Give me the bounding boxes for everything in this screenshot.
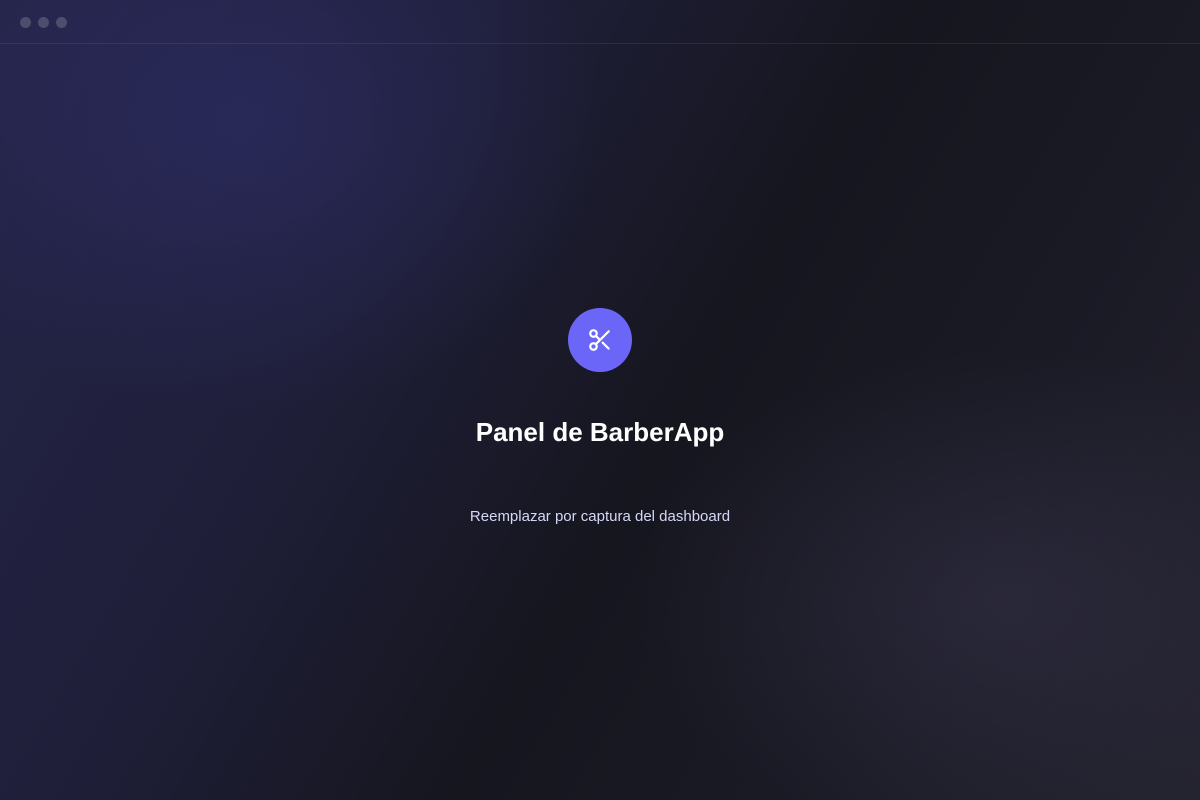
panel-title: Panel de BarberApp: [475, 417, 725, 447]
app-logo: [568, 308, 632, 372]
app-window: Panel de BarberApp Reemplazar por captur…: [0, 0, 1200, 800]
dashboard-placeholder: Panel de BarberApp Reemplazar por captur…: [0, 308, 1200, 527]
window-control-dot[interactable]: [56, 17, 67, 28]
window-titlebar: [0, 0, 1200, 44]
window-controls: [20, 17, 67, 28]
scissors-icon: [589, 329, 610, 351]
window-control-dot[interactable]: [38, 17, 49, 28]
panel-subtitle: Reemplazar por captura del dashboard: [469, 508, 731, 525]
window-control-dot[interactable]: [20, 17, 31, 28]
